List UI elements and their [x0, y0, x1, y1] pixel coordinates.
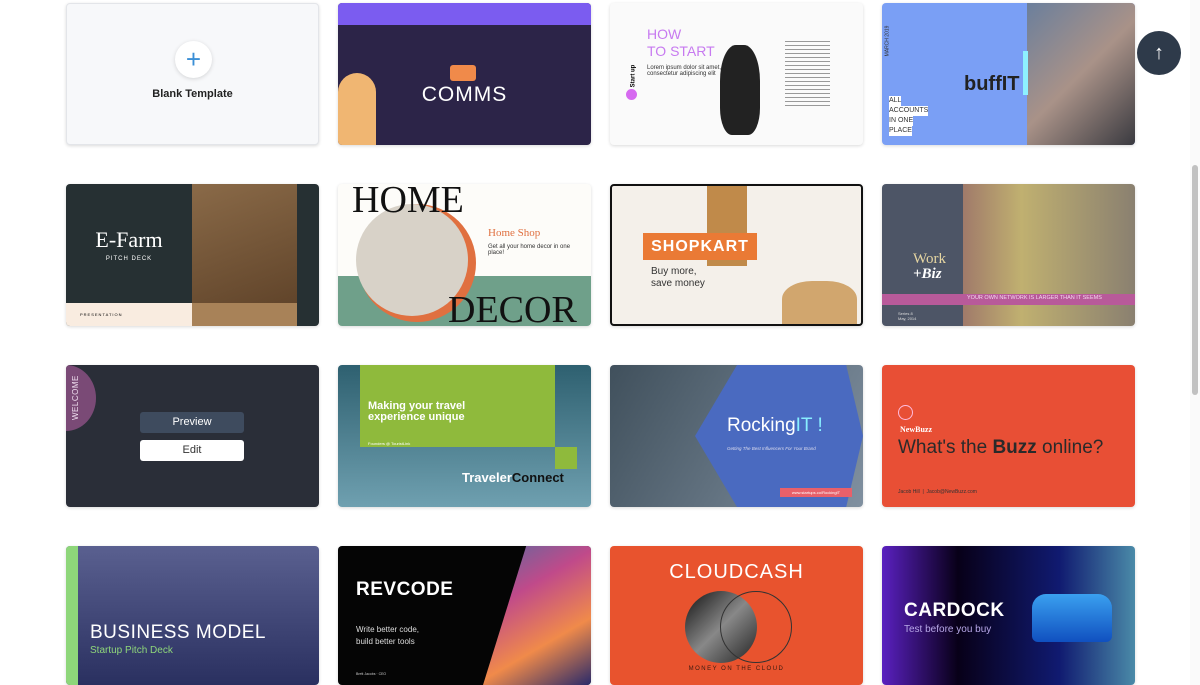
- template-card-work-biz[interactable]: Work +Biz YOUR OWN NETWORK IS LARGER THAN…: [882, 184, 1135, 326]
- plus-icon[interactable]: +: [175, 41, 212, 78]
- template-card-newbuzz[interactable]: NewBuzz What's the Buzz online? Jacob Hi…: [882, 365, 1135, 507]
- template-card-traveler-connect[interactable]: Making your travel experience unique Fou…: [338, 365, 591, 507]
- template-url: www.startups.co/RockingIT: [780, 488, 852, 497]
- brand-name: NewBuzz: [900, 425, 932, 434]
- arrow-up-icon: ↑: [1154, 42, 1164, 64]
- template-subtitle: PITCH DECK: [105, 256, 153, 262]
- template-title-bottom: DECOR: [448, 289, 577, 326]
- template-title: COMMS: [421, 83, 508, 106]
- template-subtitle: Getting The Best Influencers For Your Br…: [727, 446, 816, 451]
- template-body: Lorem ipsum dolor sit amet, consectetur …: [647, 65, 722, 77]
- template-title: Making your travel experience unique: [368, 400, 466, 423]
- car-image: [1032, 594, 1112, 642]
- template-body: Get all your home decor in one place!: [488, 244, 571, 256]
- template-title: E-Farm: [95, 227, 163, 252]
- template-card-business-model[interactable]: BUSINESS MODEL Startup Pitch Deck: [66, 546, 319, 685]
- person-image: [720, 45, 760, 135]
- template-subtitle: Buy more, save money: [651, 266, 705, 289]
- template-banner: YOUR OWN NETWORK IS LARGER THAN IT SEEMS: [967, 295, 1102, 301]
- template-title: Work +Biz: [913, 251, 946, 282]
- preview-button[interactable]: Preview: [140, 412, 244, 433]
- template-card-cloudcash[interactable]: CLOUDCASH MONEY ON THE CLOUD: [610, 546, 863, 685]
- side-label: WELCOME: [71, 375, 80, 420]
- suitcase-icon: [555, 447, 577, 469]
- template-subtitle: MONEY ON THE CLOUD: [688, 666, 785, 672]
- template-title: RockingIT !: [727, 415, 823, 436]
- scrollbar-thumb[interactable]: [1192, 165, 1198, 395]
- template-subtitle: Test before you buy: [904, 624, 992, 635]
- template-subtitle: Startup Pitch Deck: [90, 645, 173, 656]
- template-title: CARDOCK: [904, 600, 1005, 621]
- template-card-cardock[interactable]: CARDOCK Test before you buy: [882, 546, 1135, 685]
- template-card-how-to-start[interactable]: HOW TO START Lorem ipsum dolor sit amet, …: [610, 3, 863, 145]
- trend-icon: [898, 405, 913, 420]
- brand-name: Home Shop: [488, 227, 541, 239]
- template-title: SHOPKART: [643, 233, 757, 260]
- scrollbar[interactable]: [1190, 0, 1200, 685]
- template-footer: Jacob Hill | Jacob@NewBuzz.com: [898, 489, 977, 495]
- template-title: HOME: [352, 184, 464, 221]
- template-footer: PRESENTATION: [80, 312, 123, 317]
- tag-list: ALL ACCOUNTS IN ONE PLACE: [889, 96, 929, 136]
- template-title: REVCODE: [356, 579, 454, 600]
- blank-template-card[interactable]: + Blank Template: [66, 3, 319, 145]
- template-card-home-decor[interactable]: HOME DECOR Home Shop Get all your home d…: [338, 184, 591, 326]
- template-card-revcode[interactable]: REVCODE Write better code, build better t…: [338, 546, 591, 685]
- template-card-shopkart[interactable]: SHOPKART Buy more, save money: [610, 184, 863, 326]
- template-card-hovered[interactable]: WELCOME Preview Edit: [66, 365, 319, 507]
- template-card-efarm[interactable]: PRESENTATION E-Farm PITCH DECK: [66, 184, 319, 326]
- template-title: BUSINESS MODEL: [90, 622, 266, 643]
- template-title: buffIT: [964, 73, 1020, 95]
- template-title: What's the Buzz online?: [898, 437, 1104, 458]
- scroll-to-top-button[interactable]: ↑: [1137, 31, 1181, 75]
- template-card-rockingit[interactable]: RockingIT ! Getting The Best Influencers…: [610, 365, 863, 507]
- template-card-comms[interactable]: COMMS: [338, 3, 591, 145]
- edit-button[interactable]: Edit: [140, 440, 244, 461]
- template-title: HOW TO START: [647, 26, 715, 59]
- template-byline: Founders @ TouristLink: [368, 441, 411, 446]
- template-footer: Series 8 May, 2014: [898, 311, 917, 321]
- laptop-image: [483, 546, 591, 685]
- brand-name: TravelerConnect: [462, 470, 564, 485]
- blank-template-label: Blank Template: [152, 88, 233, 100]
- photo-collage: [1027, 3, 1135, 145]
- side-label: MARCH 2019: [884, 25, 891, 57]
- template-title: CLOUDCASH: [669, 561, 804, 583]
- side-label: Start up: [630, 64, 637, 88]
- template-tagline: Write better code, build better tools: [356, 625, 419, 646]
- template-footer: Brett Jacobs · CEO: [356, 672, 387, 676]
- template-card-buffit[interactable]: buffIT ALL ACCOUNTS IN ONE PLACE MARCH 2…: [882, 3, 1135, 145]
- chat-icon: [450, 65, 476, 81]
